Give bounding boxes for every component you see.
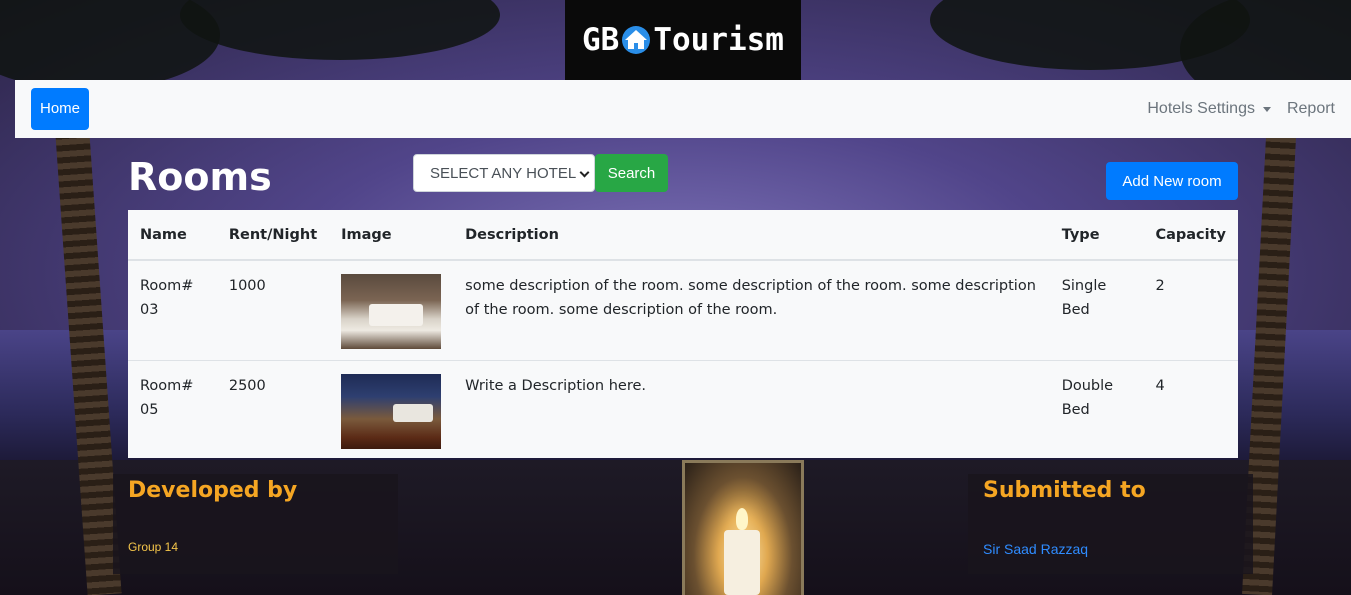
table-row: Room# 05 2500 Write a Description here. … xyxy=(128,359,1238,458)
room-photo xyxy=(341,373,442,449)
nav-hotels-settings-dropdown[interactable]: Hotels Settings xyxy=(1147,100,1271,118)
candle-flame xyxy=(736,508,748,530)
footer-submitted-to: Submitted to Sir Saad Razzaq xyxy=(968,474,1253,574)
cell-name: Room# 05 xyxy=(128,359,217,458)
cell-rent: 1000 xyxy=(216,259,330,360)
page-title: Rooms xyxy=(128,155,272,199)
header-capacity: Capacity xyxy=(1143,210,1238,261)
nav-hotels-settings-label: Hotels Settings xyxy=(1147,100,1255,117)
header-name: Name xyxy=(128,210,217,261)
nav-right-links: Hotels Settings Report xyxy=(1147,100,1335,118)
cell-image xyxy=(329,359,454,458)
search-button[interactable]: Search xyxy=(595,154,668,192)
footer-developed-heading: Developed by xyxy=(128,478,298,503)
cell-description: some description of the room. some descr… xyxy=(453,259,1050,360)
logo-text-right: Tourism xyxy=(653,22,784,58)
add-new-room-button[interactable]: Add New room xyxy=(1106,162,1238,200)
hotel-select-value: SELECT ANY HOTEL xyxy=(430,164,577,182)
cell-type: Single Bed xyxy=(1049,259,1144,360)
cell-image xyxy=(329,259,454,360)
nav-home-button[interactable]: Home xyxy=(31,88,90,130)
hotel-select[interactable]: SELECT ANY HOTEL xyxy=(413,154,595,192)
candle xyxy=(724,530,760,595)
table-header-row: Name Rent/Night Image Description Type C… xyxy=(128,210,1238,261)
nav-report-link[interactable]: Report xyxy=(1287,100,1335,118)
main-navbar: Home Hotels Settings Report xyxy=(15,80,1351,138)
logo-text: GB Tourism xyxy=(582,22,784,58)
header-type: Type xyxy=(1049,210,1144,261)
cell-capacity: 2 xyxy=(1143,259,1238,360)
cell-rent: 2500 xyxy=(216,359,330,458)
cell-type: Double Bed xyxy=(1049,359,1144,458)
logo-text-left: GB xyxy=(582,22,620,58)
footer-developed-value: Group 14 xyxy=(128,540,179,554)
header-rent: Rent/Night xyxy=(216,210,330,261)
footer-submitted-link[interactable]: Sir Saad Razzaq xyxy=(983,541,1088,557)
cell-description: Write a Description here. xyxy=(453,359,1050,458)
footer-submitted-heading: Submitted to xyxy=(983,478,1146,503)
cell-name: Room# 03 xyxy=(128,259,217,360)
rooms-table: Name Rent/Night Image Description Type C… xyxy=(128,210,1238,458)
footer-developed-by: Developed by Group 14 xyxy=(113,474,398,574)
cell-capacity: 4 xyxy=(1143,359,1238,458)
header-description: Description xyxy=(453,210,1050,261)
table-row: Room# 03 1000 some description of the ro… xyxy=(128,259,1238,360)
caret-down-icon xyxy=(1262,106,1271,112)
house-icon xyxy=(622,26,651,54)
header-image: Image xyxy=(329,210,454,261)
room-photo xyxy=(341,274,442,349)
site-logo[interactable]: GB Tourism xyxy=(565,0,801,80)
chevron-down-icon xyxy=(579,167,590,178)
